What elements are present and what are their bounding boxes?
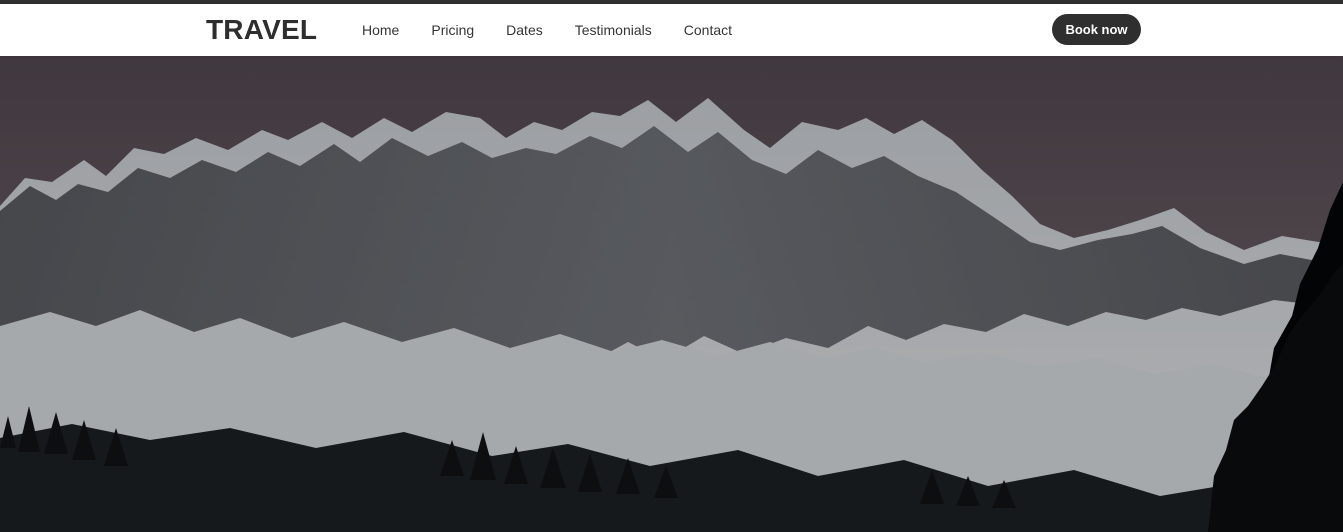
nav-link-home[interactable]: Home [362, 21, 399, 39]
nav-link-pricing[interactable]: Pricing [431, 21, 474, 39]
brand-logo[interactable]: TRAVEL [206, 14, 317, 46]
nav-link-testimonials[interactable]: Testimonials [575, 21, 652, 39]
book-now-button[interactable]: Book now [1052, 14, 1141, 45]
main-navigation: Home Pricing Dates Testimonials Contact [362, 21, 732, 39]
top-navigation-bar: TRAVEL Home Pricing Dates Testimonials C… [0, 4, 1343, 56]
hero-banner [0, 56, 1343, 532]
landing-page: TRAVEL Home Pricing Dates Testimonials C… [0, 0, 1343, 532]
nav-link-dates[interactable]: Dates [506, 21, 543, 39]
mountain-landscape-image [0, 56, 1343, 532]
nav-link-contact[interactable]: Contact [684, 21, 732, 39]
